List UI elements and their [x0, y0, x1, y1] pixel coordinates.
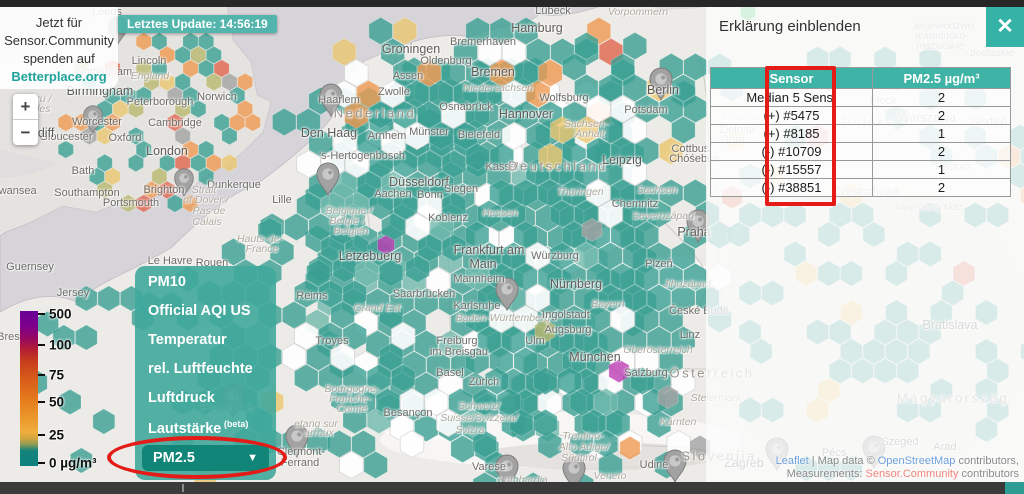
table-row: (-) #155571 [711, 161, 1011, 179]
sensor-cell: (-) #38851 [711, 179, 873, 197]
sensor-cell: (-) #15557 [711, 161, 873, 179]
bottom-bar-accent [1005, 482, 1024, 494]
hex-cell[interactable] [93, 409, 115, 434]
hex-cell[interactable] [121, 195, 136, 212]
value-cell: 2 [873, 89, 1011, 107]
bottom-chrome-bar [0, 482, 1024, 494]
betterplace-link[interactable]: Betterplace.org [0, 68, 118, 86]
sensor-cell: (-) #10709 [711, 143, 873, 161]
donation-box: Jetzt für Sensor.Community spenden auf B… [0, 7, 118, 89]
value-cell: 2 [873, 143, 1011, 161]
donation-line: Jetzt für [0, 14, 118, 32]
hex-cell[interactable] [307, 427, 331, 454]
layer-menu-item-lautst-rke[interactable]: Lautstärke (beta) [135, 411, 276, 440]
layer-menu-items: PM10Official AQI USTemperaturrel. Luftfe… [135, 266, 276, 440]
zoom-out-button[interactable]: − [13, 120, 38, 145]
leaflet-link[interactable]: Leaflet [776, 455, 809, 467]
table-row: (-) #107092 [711, 143, 1011, 161]
layer-select-label: PM2.5 [153, 450, 195, 466]
hex-cell[interactable] [58, 141, 73, 158]
table-row: (+) #54752 [711, 107, 1011, 125]
attribution-text: | Map data © [809, 455, 878, 467]
map-attribution: Leaflet | Map data © OpenStreetMap contr… [776, 455, 1019, 480]
layer-menu-item-luftdruck[interactable]: Luftdruck [135, 382, 276, 411]
layer-menu-item-pm10[interactable]: PM10 [135, 266, 276, 295]
explanation-panel: Erklärung einblenden ✕ Sensor PM2.5 µg/m… [706, 7, 1024, 482]
hex-cell[interactable] [136, 195, 151, 212]
donation-line: spenden auf [0, 50, 118, 68]
value-cell: 2 [873, 179, 1011, 197]
table-row: (+) #81851 [711, 125, 1011, 143]
donation-line: Sensor.Community [0, 32, 118, 50]
hex-cell[interactable] [75, 325, 97, 350]
layer-menu-item-rel-luftfeuchte[interactable]: rel. Luftfeuchte [135, 353, 276, 382]
layer-menu-item-temperatur[interactable]: Temperatur [135, 324, 276, 353]
sensor-table-header: Sensor [711, 68, 873, 89]
hex-cell[interactable] [167, 195, 182, 212]
hex-cell[interactable] [59, 389, 81, 414]
chevron-down-icon: ▼ [247, 445, 258, 471]
table-row: (-) #388512 [711, 179, 1011, 197]
hex-cell[interactable] [25, 370, 47, 395]
osm-link[interactable]: OpenStreetMap [878, 455, 956, 467]
attribution-text: contributors [958, 468, 1019, 480]
layer-menu: PM10Official AQI USTemperaturrel. Luftfe… [135, 266, 276, 480]
hex-cell[interactable] [97, 181, 112, 198]
close-icon[interactable]: ✕ [986, 7, 1024, 47]
layer-menu-item-official-aqi-us[interactable]: Official AQI US [135, 295, 276, 324]
hex-cell[interactable] [222, 154, 237, 171]
hex-cell[interactable] [191, 100, 206, 117]
hex-cell[interactable] [206, 73, 221, 90]
value-cell: 2 [873, 107, 1011, 125]
explanation-toggle[interactable]: Erklärung einblenden [719, 18, 861, 35]
zoom-in-button[interactable]: + [13, 94, 38, 119]
layer-select-pm25[interactable]: PM2.5 ▼ [142, 445, 269, 471]
attribution-text: contributors, [955, 455, 1019, 467]
hex-cell[interactable] [199, 168, 214, 185]
hex-cell[interactable] [58, 114, 73, 131]
top-chrome-bar [0, 0, 1024, 7]
table-row: Median 5 Sens.2 [711, 89, 1011, 107]
last-update-badge: Letztes Update: 14:56:19 [118, 15, 277, 33]
sensor-table-header: PM2.5 µg/m³ [873, 68, 1011, 89]
value-cell: 1 [873, 161, 1011, 179]
sensor-cell: (+) #8185 [711, 125, 873, 143]
map-zoom-control: + − [13, 94, 38, 145]
hex-cell[interactable] [98, 286, 120, 311]
attribution-text: Measurements: [787, 468, 866, 480]
hex-cell[interactable] [222, 127, 237, 144]
value-cell: 1 [873, 125, 1011, 143]
sensor-cell: Median 5 Sens. [711, 89, 873, 107]
hex-cell[interactable] [183, 195, 198, 212]
sensor-cell: (+) #5475 [711, 107, 873, 125]
bottom-bar-tick [182, 484, 184, 492]
hex-cell[interactable] [245, 114, 260, 131]
sensor-table: Sensor PM2.5 µg/m³ Median 5 Sens.2(+) #5… [710, 67, 1011, 197]
hex-cell[interactable] [70, 448, 92, 473]
hex-cell[interactable] [128, 100, 143, 117]
hex-cell[interactable] [136, 33, 151, 50]
hex-cell[interactable] [128, 154, 143, 171]
sensor-community-map-app: LeedsHullLincolnNottinghamEnglandBirming… [0, 0, 1024, 494]
hex-cell[interactable] [97, 127, 112, 144]
sensor-community-link[interactable]: Sensor.Community [866, 468, 959, 480]
